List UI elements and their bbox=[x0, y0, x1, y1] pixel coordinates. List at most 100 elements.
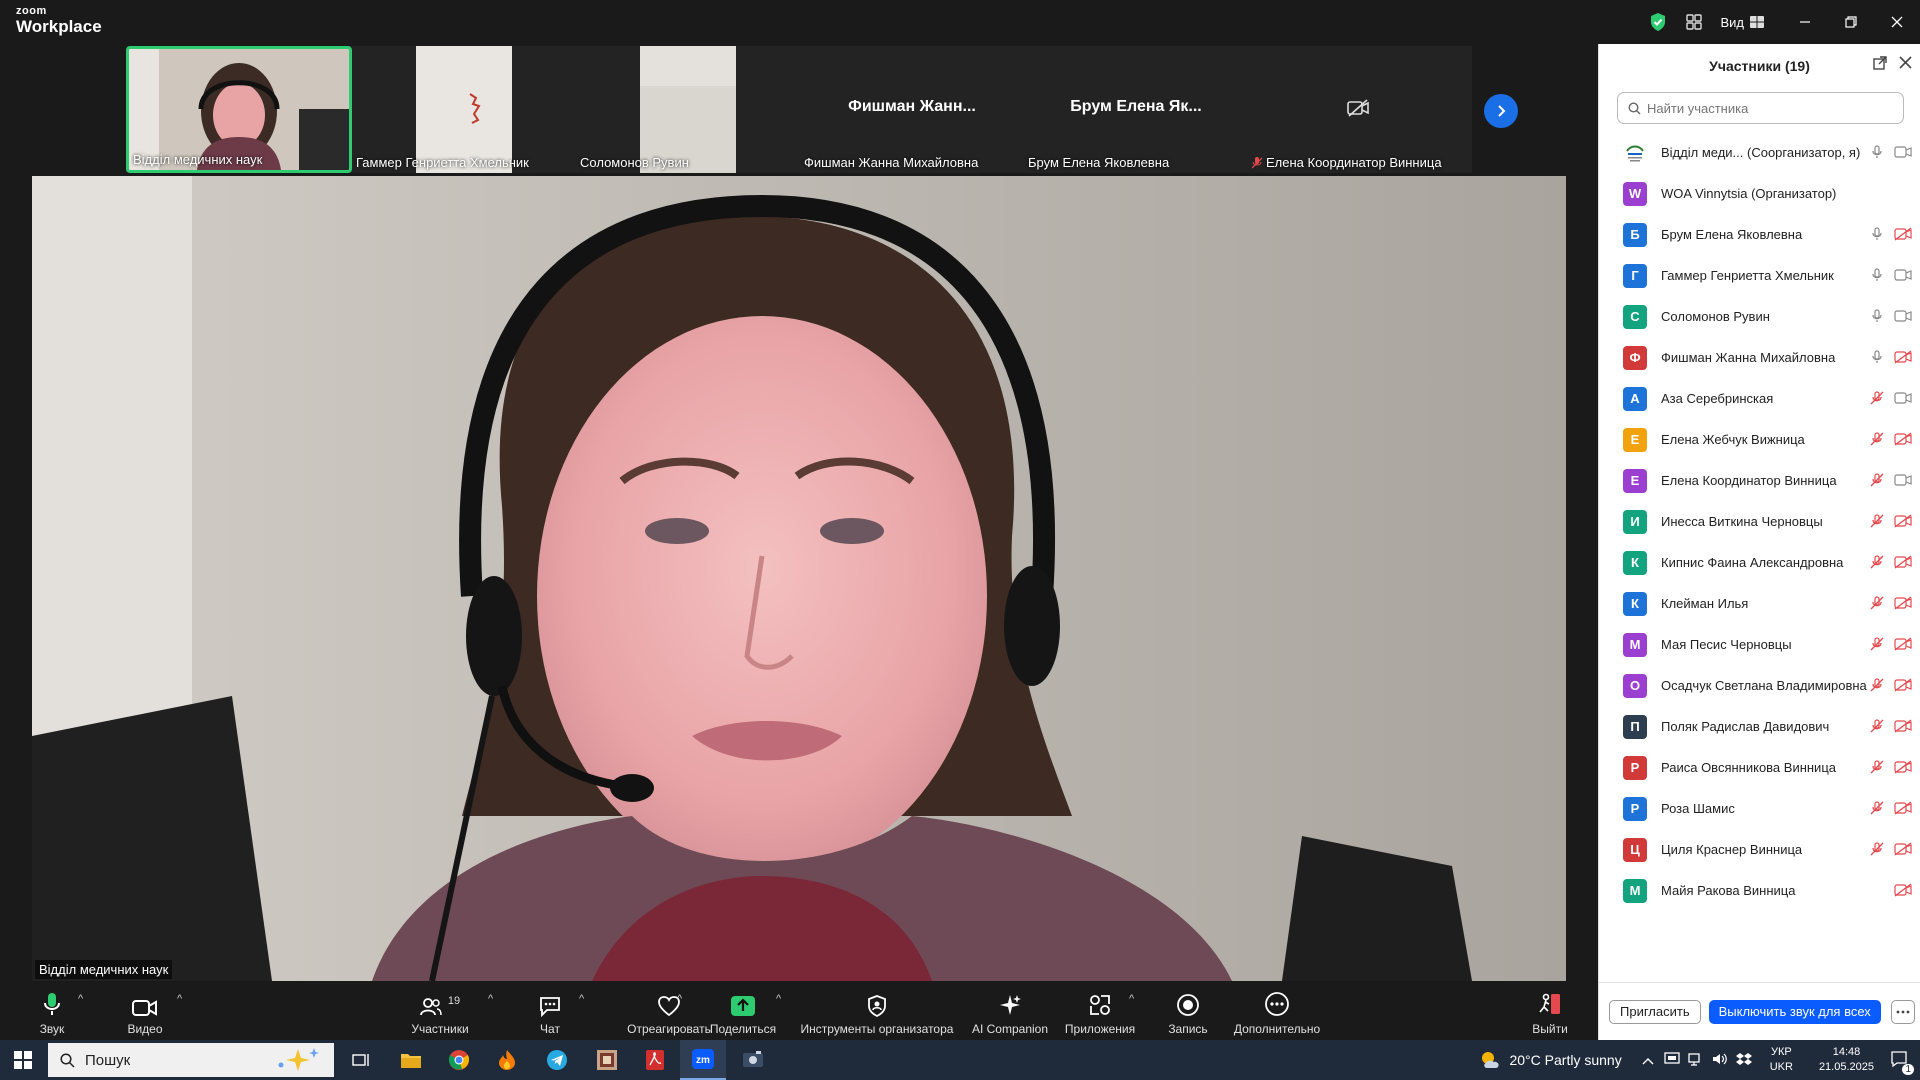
start-button[interactable] bbox=[0, 1040, 46, 1080]
audio-options-caret[interactable]: ^ bbox=[78, 993, 83, 1005]
participant-row[interactable]: Ц Циля Краснер Винница bbox=[1599, 829, 1920, 870]
clock[interactable]: 14:48 21.05.2025 bbox=[1819, 1045, 1874, 1075]
participant-row[interactable]: А Аза Серебринская bbox=[1599, 378, 1920, 419]
participants-options-caret[interactable]: ^ bbox=[488, 993, 493, 1005]
mic-muted-icon[interactable] bbox=[1868, 636, 1886, 652]
thumbnail-participant[interactable]: Елена Координатор Винница bbox=[1248, 46, 1470, 173]
grid-icon[interactable] bbox=[1684, 12, 1704, 32]
microphone-icon[interactable] bbox=[1868, 185, 1886, 201]
participant-row[interactable]: Р Роза Шамис bbox=[1599, 788, 1920, 829]
network-icon[interactable] bbox=[1688, 1052, 1704, 1069]
participant-search[interactable] bbox=[1617, 92, 1904, 124]
thumbnail-active-speaker[interactable]: Відділ медичних наук bbox=[126, 46, 352, 173]
participant-row[interactable]: W WOA Vinnytsia (Организатор) bbox=[1599, 173, 1920, 214]
tray-app-icon[interactable] bbox=[1664, 1051, 1680, 1069]
panel-more-button[interactable] bbox=[1890, 999, 1915, 1024]
video-off-icon[interactable] bbox=[1894, 431, 1912, 447]
thumbnail-participant[interactable]: Фишман Жанн... Фишман Жанна Михайловна bbox=[800, 46, 1024, 173]
chevron-up-icon[interactable] bbox=[1642, 1053, 1654, 1068]
host-tools-button[interactable]: Инструменты организатора bbox=[800, 981, 954, 1040]
thumbnail-participant[interactable]: Соломонов Рувин bbox=[576, 46, 800, 173]
camera-icon[interactable] bbox=[1894, 144, 1912, 160]
telegram-app[interactable] bbox=[534, 1040, 580, 1080]
video-app[interactable] bbox=[730, 1040, 776, 1080]
participant-row[interactable]: Е Елена Жебчук Вижница bbox=[1599, 419, 1920, 460]
mic-muted-icon[interactable] bbox=[1868, 472, 1886, 488]
microphone-icon[interactable] bbox=[1868, 144, 1886, 160]
volume-icon[interactable] bbox=[1712, 1052, 1728, 1069]
video-off-icon[interactable] bbox=[1894, 226, 1912, 242]
participant-row[interactable]: Б Брум Елена Яковлевна bbox=[1599, 214, 1920, 255]
mic-muted-icon[interactable] bbox=[1868, 431, 1886, 447]
view-button[interactable]: Вид bbox=[1720, 15, 1764, 30]
mic-muted-icon[interactable] bbox=[1868, 800, 1886, 816]
leave-button[interactable]: Выйти bbox=[1530, 981, 1570, 1040]
participant-row[interactable]: И Инесса Виткина Черновцы bbox=[1599, 501, 1920, 542]
video-off-icon[interactable] bbox=[1894, 513, 1912, 529]
participant-row[interactable]: Відділ меди... (Соорганизатор, я) bbox=[1599, 132, 1920, 173]
thumbnail-participant[interactable]: Гаммер Генриетта Хмельник bbox=[352, 46, 576, 173]
video-off-icon[interactable] bbox=[1894, 554, 1912, 570]
minimize-button[interactable] bbox=[1782, 0, 1828, 44]
mic-muted-icon[interactable] bbox=[1868, 677, 1886, 693]
camera-icon[interactable] bbox=[1894, 390, 1912, 406]
camera-icon[interactable] bbox=[1894, 185, 1912, 201]
dropbox-icon[interactable] bbox=[1735, 1052, 1752, 1069]
restore-button[interactable] bbox=[1828, 0, 1874, 44]
language-indicator[interactable]: УКР UKR bbox=[1770, 1045, 1793, 1075]
more-button[interactable]: Дополнительно bbox=[1232, 981, 1322, 1040]
participant-row[interactable]: П Поляк Радислав Давидович bbox=[1599, 706, 1920, 747]
video-off-icon[interactable] bbox=[1894, 677, 1912, 693]
weather-widget[interactable]: 20°C Partly sunny bbox=[1479, 1050, 1622, 1070]
mic-muted-icon[interactable] bbox=[1868, 841, 1886, 857]
security-shield-icon[interactable] bbox=[1648, 12, 1668, 32]
thumbnail-participant[interactable]: Брум Елена Як... Брум Елена Яковлевна bbox=[1024, 46, 1248, 173]
firefox-app[interactable] bbox=[484, 1040, 530, 1080]
close-panel-icon[interactable] bbox=[1899, 56, 1912, 73]
participant-row[interactable]: К Кипнис Фаина Александровна bbox=[1599, 542, 1920, 583]
zoom-app[interactable]: zm bbox=[680, 1040, 726, 1080]
notifications-button[interactable]: 1 bbox=[1890, 1050, 1914, 1075]
video-off-icon[interactable] bbox=[1894, 636, 1912, 652]
video-off-icon[interactable] bbox=[1894, 349, 1912, 365]
video-off-icon[interactable] bbox=[1894, 595, 1912, 611]
video-off-icon[interactable] bbox=[1894, 841, 1912, 857]
participant-row[interactable]: М Майя Ракова Винница bbox=[1599, 870, 1920, 911]
close-window-button[interactable] bbox=[1874, 0, 1920, 44]
react-options-caret[interactable]: ^ bbox=[677, 993, 682, 1005]
participant-row[interactable]: С Соломонов Рувин bbox=[1599, 296, 1920, 337]
camera-icon[interactable] bbox=[1894, 472, 1912, 488]
participant-row[interactable]: Ф Фишман Жанна Михайловна bbox=[1599, 337, 1920, 378]
video-button[interactable]: Видео bbox=[124, 981, 166, 1040]
invite-button[interactable]: Пригласить bbox=[1609, 999, 1701, 1024]
share-button[interactable]: Поделиться bbox=[706, 981, 780, 1040]
audio-button[interactable]: Звук bbox=[32, 981, 72, 1040]
mic-muted-icon[interactable] bbox=[1868, 595, 1886, 611]
microphone-icon[interactable] bbox=[1868, 267, 1886, 283]
file-explorer-app[interactable] bbox=[388, 1040, 434, 1080]
mic-muted-icon[interactable] bbox=[1868, 513, 1886, 529]
video-options-caret[interactable]: ^ bbox=[177, 993, 182, 1005]
participant-row[interactable]: Р Раиса Овсянникова Винница bbox=[1599, 747, 1920, 788]
camera-icon[interactable] bbox=[1894, 267, 1912, 283]
chrome-app[interactable] bbox=[436, 1040, 482, 1080]
video-off-icon[interactable] bbox=[1894, 759, 1912, 775]
record-button[interactable]: Запись bbox=[1166, 981, 1210, 1040]
video-off-icon[interactable] bbox=[1894, 800, 1912, 816]
camera-icon[interactable] bbox=[1894, 308, 1912, 324]
video-off-icon[interactable] bbox=[1894, 718, 1912, 734]
participant-row[interactable]: Е Елена Координатор Винница bbox=[1599, 460, 1920, 501]
mic-muted-icon[interactable] bbox=[1868, 718, 1886, 734]
apps-options-caret[interactable]: ^ bbox=[1129, 993, 1134, 1005]
pop-out-icon[interactable] bbox=[1873, 56, 1887, 73]
participant-row[interactable]: К Клейман Илья bbox=[1599, 583, 1920, 624]
mute-all-button[interactable]: Выключить звук для всех bbox=[1708, 999, 1881, 1024]
next-page-button[interactable] bbox=[1484, 94, 1518, 128]
mic-muted-icon[interactable] bbox=[1868, 759, 1886, 775]
video-off-icon[interactable] bbox=[1894, 882, 1912, 898]
mic-muted-icon[interactable] bbox=[1868, 554, 1886, 570]
apps-button[interactable]: Приложения bbox=[1064, 981, 1136, 1040]
participant-row[interactable]: М Мая Песис Черновцы bbox=[1599, 624, 1920, 665]
microphone-icon[interactable] bbox=[1868, 882, 1886, 898]
share-options-caret[interactable]: ^ bbox=[776, 993, 781, 1005]
